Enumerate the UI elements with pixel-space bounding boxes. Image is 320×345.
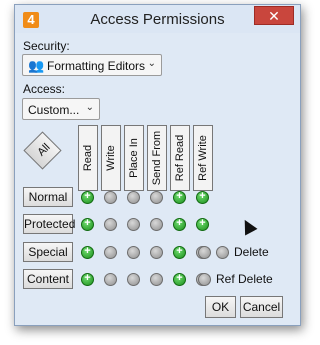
chevron-down-icon: ⌄: [147, 58, 156, 69]
column-header-label: Send From: [151, 130, 163, 186]
permission-denied-icon[interactable]: [150, 191, 163, 204]
permission-denied-icon[interactable]: [198, 246, 211, 259]
ok-button[interactable]: OK: [205, 296, 236, 318]
column-header: Write: [101, 125, 121, 191]
permission-denied-icon[interactable]: [150, 273, 163, 286]
permission-denied-icon[interactable]: [127, 246, 140, 259]
permission-denied-icon[interactable]: [127, 218, 140, 231]
row-button-content[interactable]: Content: [23, 269, 73, 289]
users-icon: 👥: [28, 58, 45, 73]
permission-denied-icon[interactable]: [150, 218, 163, 231]
extra-permission-label: Delete: [234, 245, 269, 259]
permission-granted-icon[interactable]: [81, 245, 94, 259]
access-value: Custom...: [28, 103, 80, 117]
row-button-special[interactable]: Special: [23, 242, 73, 262]
column-header: Place In: [124, 125, 144, 191]
permission-granted-icon[interactable]: [81, 272, 94, 286]
column-header: Send From: [147, 125, 167, 191]
security-label: Security:: [23, 39, 70, 53]
permission-denied-icon[interactable]: [198, 273, 211, 286]
access-label: Access:: [23, 82, 66, 96]
permission-granted-icon[interactable]: [196, 217, 209, 231]
permission-denied-icon[interactable]: [127, 273, 140, 286]
permission-denied-icon[interactable]: [127, 191, 140, 204]
column-header: Read: [78, 125, 98, 191]
chevron-down-icon: ⌄: [85, 102, 94, 113]
column-header: Ref Write: [193, 125, 213, 191]
column-header: Ref Read: [170, 125, 190, 191]
permission-granted-icon[interactable]: [173, 217, 186, 231]
column-header-label: Place In: [128, 138, 140, 178]
permission-denied-icon[interactable]: [104, 191, 117, 204]
close-button[interactable]: ✕: [254, 6, 294, 25]
column-header-label: Write: [105, 145, 117, 171]
permission-denied-icon[interactable]: [216, 246, 229, 259]
column-header-label: Ref Write: [197, 135, 209, 181]
cancel-button[interactable]: Cancel: [240, 296, 283, 318]
security-value: Formatting Editors: [47, 59, 146, 73]
permission-denied-icon[interactable]: [104, 246, 117, 259]
permission-granted-icon[interactable]: [173, 190, 186, 204]
row-button-protected[interactable]: Protected: [23, 214, 75, 234]
permission-granted-icon[interactable]: [81, 217, 94, 231]
extra-permission-label: Ref Delete: [216, 272, 273, 286]
permission-denied-icon[interactable]: [104, 273, 117, 286]
column-header-label: Ref Read: [174, 134, 186, 182]
access-dropdown[interactable]: Custom... ⌄: [22, 98, 100, 120]
security-dropdown[interactable]: 👥 Formatting Editors ⌄: [22, 54, 162, 76]
access-permissions-dialog: 4 Access Permissions ✕ Security: 👥 Forma…: [14, 4, 301, 326]
permission-granted-icon[interactable]: [81, 190, 94, 204]
permission-granted-icon[interactable]: [196, 190, 209, 204]
row-button-normal[interactable]: Normal: [23, 187, 73, 207]
permission-granted-icon[interactable]: [173, 245, 186, 259]
permission-denied-icon[interactable]: [150, 246, 163, 259]
title-bar: 4 Access Permissions ✕: [15, 5, 300, 33]
permission-denied-icon[interactable]: [104, 218, 117, 231]
column-header-label: Read: [82, 144, 94, 172]
permission-granted-icon[interactable]: [173, 272, 186, 286]
